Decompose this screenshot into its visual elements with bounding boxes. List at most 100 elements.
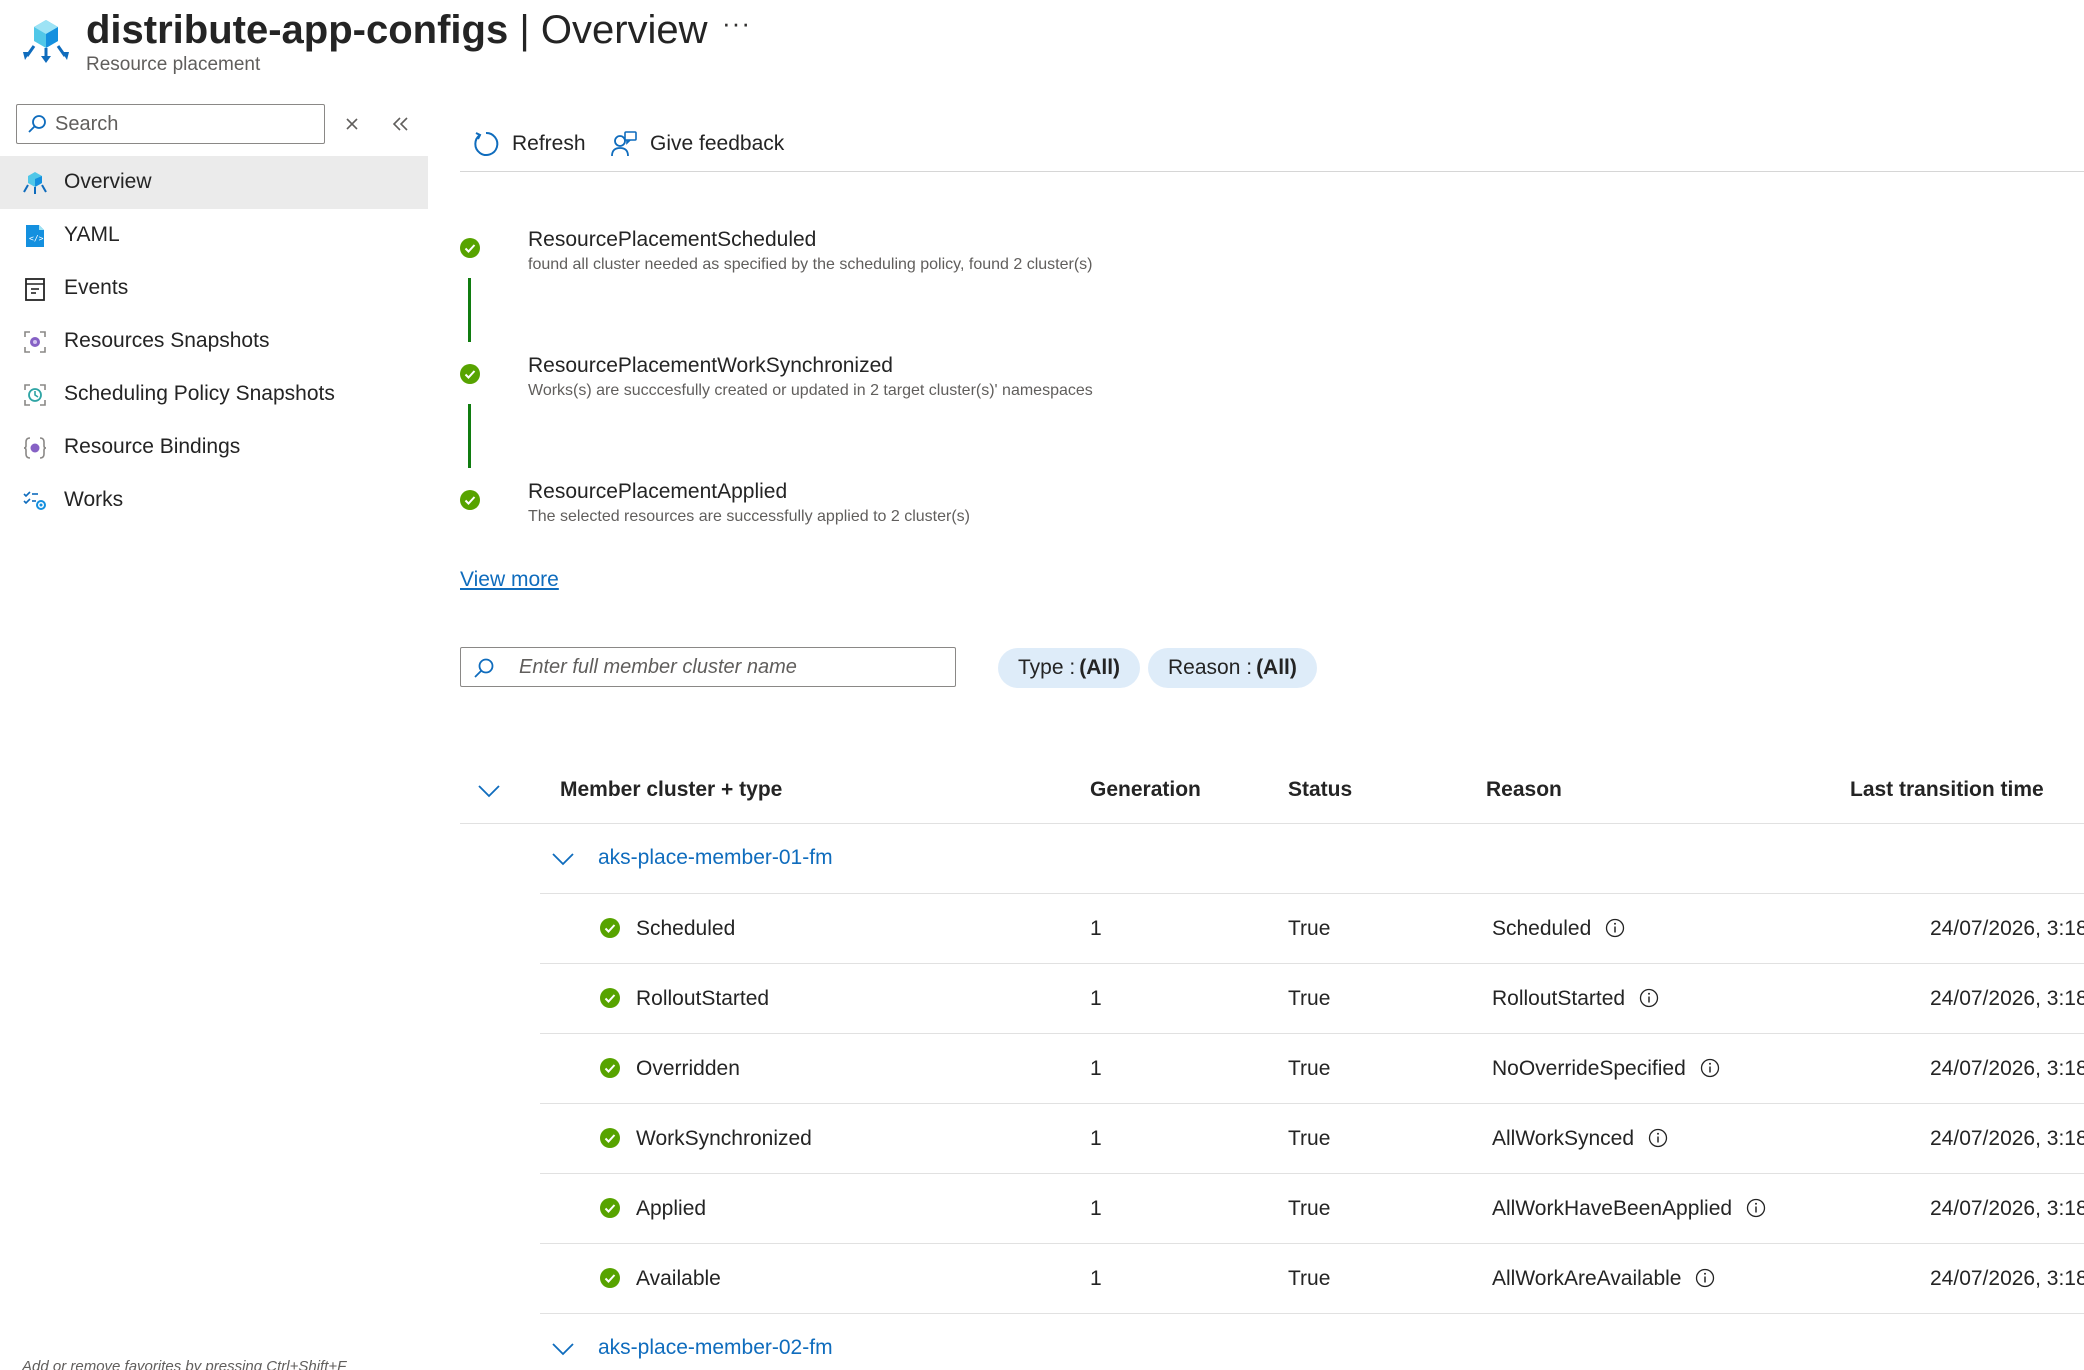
table-row: Overridden 1 True NoOverrideSpecified 24…	[540, 1034, 2084, 1104]
condition-type: Applied	[636, 1197, 707, 1220]
cluster-name-link[interactable]: aks-place-member-02-fm	[598, 1336, 833, 1360]
give-feedback-button[interactable]: Give feedback	[610, 126, 784, 162]
info-icon[interactable]	[1700, 1058, 1720, 1078]
type-filter-label: Type :	[1018, 656, 1076, 679]
favorites-hint: Add or remove favorites by pressing Ctrl…	[22, 1358, 347, 1370]
column-header-reason[interactable]: Reason	[1486, 778, 1562, 802]
timeline-step-title: ResourcePlacementScheduled	[528, 228, 817, 251]
info-icon[interactable]	[1746, 1198, 1766, 1218]
snapshot-icon	[24, 331, 46, 353]
sidebar-item-label: Scheduling Policy Snapshots	[64, 382, 335, 405]
sidebar-item-yaml[interactable]: </> YAML	[0, 209, 428, 262]
transition-time: 24/07/2026, 3:18:56 pm	[1930, 1127, 2084, 1150]
clear-search-icon[interactable]	[340, 112, 364, 136]
sidebar-search[interactable]	[16, 104, 325, 144]
column-header-member[interactable]: Member cluster + type	[560, 778, 782, 802]
transition-time: 24/07/2026, 3:18:56 pm	[1930, 1267, 2084, 1290]
info-icon[interactable]	[1648, 1128, 1668, 1148]
reason-value: AllWorkAreAvailable	[1492, 1267, 1682, 1290]
page-header: distribute-app-configs | Overview ··· Re…	[0, 0, 2084, 86]
success-check-icon	[600, 988, 620, 1008]
status-value: True	[1288, 987, 1331, 1010]
member-cluster-search-input[interactable]	[519, 652, 939, 682]
timeline-step: ResourcePlacementApplied The selected re…	[460, 472, 1460, 532]
success-check-icon	[460, 490, 480, 510]
resource-placement-icon	[23, 20, 69, 63]
timeline-step-desc: The selected resources are successfully …	[528, 508, 970, 525]
generation-value: 1	[1090, 1197, 1102, 1220]
timeline-step-desc: Works(s) are succcesfully created or upd…	[528, 382, 1093, 399]
generation-value: 1	[1090, 917, 1102, 940]
cluster-group-row[interactable]: aks-place-member-01-fm	[540, 824, 2084, 894]
reason-filter-value: (All)	[1256, 656, 1297, 679]
resource-type-subtitle: Resource placement	[86, 54, 261, 75]
reason-cell: AllWorkSynced	[1492, 1127, 1668, 1151]
sidebar-item-label: Overview	[64, 170, 152, 193]
status-value: True	[1288, 1197, 1331, 1220]
reason-value: AllWorkSynced	[1492, 1127, 1634, 1150]
timeline-step: ResourcePlacementWorkSynchronized Works(…	[460, 346, 1460, 406]
refresh-button[interactable]: Refresh	[472, 126, 586, 162]
sidebar-item-events[interactable]: Events	[0, 262, 428, 315]
info-icon[interactable]	[1695, 1268, 1715, 1288]
timeline-step-desc: found all cluster needed as specified by…	[528, 256, 1093, 273]
timeline-step-title: ResourcePlacementWorkSynchronized	[528, 354, 893, 377]
sidebar-item-resource-bindings[interactable]: Resource Bindings	[0, 421, 428, 474]
svg-text:</>: </>	[29, 234, 44, 243]
type-filter-value: (All)	[1079, 656, 1121, 679]
yaml-file-icon: </>	[26, 225, 44, 247]
reason-cell: AllWorkAreAvailable	[1492, 1267, 1715, 1291]
policy-snapshot-icon	[24, 384, 46, 406]
success-check-icon	[600, 1128, 620, 1148]
collapse-all-chevron-icon[interactable]	[476, 778, 502, 804]
cluster-name-link[interactable]: aks-place-member-01-fm	[598, 846, 833, 870]
status-value: True	[1288, 1267, 1331, 1290]
condition-type: WorkSynchronized	[636, 1127, 812, 1150]
success-check-icon	[600, 918, 620, 938]
reason-filter-pill[interactable]: Reason : (All)	[1148, 648, 1317, 688]
type-filter-pill[interactable]: Type : (All)	[998, 648, 1141, 688]
status-value: True	[1288, 1127, 1331, 1150]
reason-value: Scheduled	[1492, 917, 1592, 940]
column-header-generation[interactable]: Generation	[1090, 778, 1201, 802]
works-icon	[23, 491, 46, 510]
sidebar-search-input[interactable]	[55, 109, 315, 139]
info-icon[interactable]	[1605, 918, 1625, 938]
column-header-status[interactable]: Status	[1288, 778, 1352, 802]
cluster-group-row[interactable]: aks-place-member-02-fm	[540, 1314, 2084, 1370]
member-cluster-search[interactable]	[460, 647, 956, 687]
sidebar-item-label: Resource Bindings	[64, 435, 241, 458]
command-bar: Refresh Give feedback	[460, 120, 2084, 172]
title-separator: |	[519, 8, 530, 52]
sidebar-item-works[interactable]: Works	[0, 474, 428, 527]
table-row: Applied 1 True AllWorkHaveBeenApplied 24…	[540, 1174, 2084, 1244]
chevron-down-icon[interactable]	[550, 846, 576, 872]
view-more-link[interactable]: View more	[460, 568, 559, 592]
condition-type: Overridden	[636, 1057, 740, 1080]
sidebar: Overview </> YAML Events	[0, 100, 428, 1370]
success-check-icon	[460, 364, 480, 384]
collapse-sidebar-icon[interactable]	[388, 112, 412, 136]
sidebar-item-overview[interactable]: Overview	[0, 156, 428, 209]
transition-time: 24/07/2026, 3:18:56 pm	[1930, 987, 2084, 1010]
sidebar-item-label: Works	[64, 488, 124, 511]
reason-cell: NoOverrideSpecified	[1492, 1057, 1720, 1081]
sidebar-item-label: YAML	[64, 223, 120, 246]
bindings-icon	[23, 437, 47, 459]
success-check-icon	[600, 1268, 620, 1288]
info-icon[interactable]	[1639, 988, 1659, 1008]
sidebar-item-resources-snapshots[interactable]: Resources Snapshots	[0, 315, 428, 368]
timeline-connector	[468, 278, 471, 342]
chevron-down-icon[interactable]	[550, 1336, 576, 1362]
reason-value: NoOverrideSpecified	[1492, 1057, 1686, 1080]
column-header-time[interactable]: Last transition time	[1850, 778, 2044, 802]
condition-type: Scheduled	[636, 917, 736, 940]
success-check-icon	[600, 1058, 620, 1078]
sidebar-item-label: Resources Snapshots	[64, 329, 270, 352]
more-options-button[interactable]: ···	[722, 8, 751, 39]
feedback-icon	[611, 131, 637, 157]
status-value: True	[1288, 1057, 1331, 1080]
transition-time: 24/07/2026, 3:18:56 pm	[1930, 1197, 2084, 1220]
generation-value: 1	[1090, 987, 1102, 1010]
sidebar-item-scheduling-policy-snapshots[interactable]: Scheduling Policy Snapshots	[0, 368, 428, 421]
